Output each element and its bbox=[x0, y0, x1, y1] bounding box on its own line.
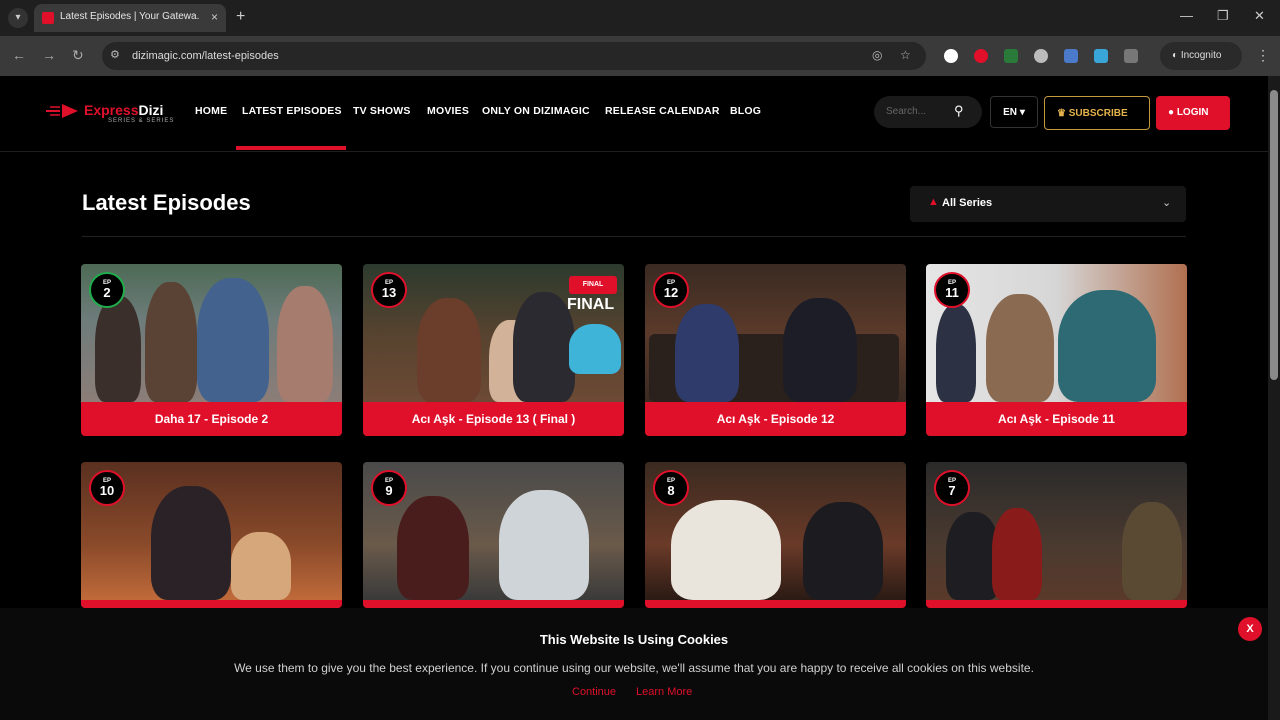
cookie-learn-more-link[interactable]: Learn More bbox=[636, 686, 692, 698]
nav-only-on-dizimagic[interactable]: ONLY ON DIZIMAGIC bbox=[482, 105, 590, 117]
incognito-icon: ◐ bbox=[1172, 50, 1181, 61]
episode-title[interactable]: Acı Aşk - Episode 13 ( Final ) bbox=[363, 402, 624, 436]
episode-title[interactable]: Acı Aşk - Episode 12 bbox=[645, 402, 906, 436]
cookie-banner: This Website Is Using Cookies We use the… bbox=[0, 608, 1268, 720]
series-filter-select[interactable]: ▲ All Series ⌄ bbox=[910, 186, 1186, 222]
reload-icon[interactable]: ↻ bbox=[72, 47, 84, 64]
cookie-title: This Website Is Using Cookies bbox=[539, 632, 729, 647]
nav-home[interactable]: HOME bbox=[195, 105, 227, 117]
favicon-icon bbox=[42, 12, 54, 24]
browser-tab[interactable]: Latest Episodes | Your Gatewa... × bbox=[34, 4, 226, 32]
address-bar[interactable]: ⚙ dizimagic.com/latest-episodes ◎ ☆ bbox=[102, 42, 926, 70]
minimize-icon[interactable]: — bbox=[1180, 8, 1193, 23]
episode-card[interactable]: EP 13 FINAL FINAL Acı Aşk - Episode 13 ( … bbox=[363, 264, 624, 436]
episode-number-badge: EP 7 bbox=[934, 470, 970, 506]
search-input[interactable]: Search... ⚲ bbox=[874, 96, 982, 128]
forward-icon[interactable]: → bbox=[42, 47, 56, 63]
incognito-badge[interactable]: ◐ Incognito bbox=[1160, 42, 1242, 70]
site-logo[interactable]: ExpressDizi SERIES & SERIES bbox=[46, 98, 176, 128]
subscribe-button[interactable]: ♛ SUBSCRIBE bbox=[1044, 96, 1150, 130]
active-nav-indicator bbox=[236, 146, 346, 150]
chevron-down-icon: ⌄ bbox=[1162, 197, 1172, 209]
site-header: ExpressDizi SERIES & SERIES HOME LATEST … bbox=[0, 76, 1268, 152]
episode-title-bar[interactable] bbox=[81, 600, 342, 608]
episode-number-badge: EP 11 bbox=[934, 272, 970, 308]
episode-title-bar[interactable] bbox=[363, 600, 624, 608]
episode-card[interactable]: EP 12 Acı Aşk - Episode 12 bbox=[645, 264, 906, 436]
site-info-icon[interactable]: ⚙ bbox=[110, 48, 120, 61]
episode-number-badge: EP 10 bbox=[89, 470, 125, 506]
search-placeholder: Search... bbox=[886, 106, 927, 117]
episode-number-badge: EP 9 bbox=[371, 470, 407, 506]
tab-close-icon[interactable]: × bbox=[211, 10, 218, 24]
window-close-icon[interactable]: ✕ bbox=[1254, 8, 1265, 24]
extension-icon[interactable] bbox=[944, 49, 958, 63]
page-scrollbar[interactable] bbox=[1268, 76, 1280, 720]
tab-title: Latest Episodes | Your Gatewa... bbox=[60, 11, 200, 22]
logo-text: ExpressDizi bbox=[84, 102, 164, 118]
browser-tab-bar: ▾ Latest Episodes | Your Gatewa... × + —… bbox=[0, 0, 1280, 36]
search-icon[interactable]: ⚲ bbox=[954, 103, 964, 119]
final-overlay-text: FINAL bbox=[567, 296, 615, 313]
divider bbox=[82, 236, 1186, 237]
episode-card[interactable]: EP 10 bbox=[81, 462, 342, 608]
nav-tv-shows[interactable]: TV SHOWS bbox=[353, 105, 411, 117]
logo-subtitle: SERIES & SERIES bbox=[108, 118, 175, 124]
episode-title-bar[interactable] bbox=[645, 600, 906, 608]
episode-card[interactable]: EP 8 bbox=[645, 462, 906, 608]
nav-release-calendar[interactable]: RELEASE CALENDAR bbox=[605, 105, 720, 117]
browser-toolbar: ← → ↻ ⚙ dizimagic.com/latest-episodes ◎ … bbox=[0, 36, 1280, 76]
language-select[interactable]: EN ▾ bbox=[990, 96, 1038, 128]
cookie-text: We use them to give you the best experie… bbox=[234, 661, 1034, 675]
scrollbar-thumb[interactable] bbox=[1270, 90, 1278, 380]
back-icon[interactable]: ← bbox=[12, 47, 26, 63]
episode-card[interactable]: EP 9 bbox=[363, 462, 624, 608]
nav-movies[interactable]: MOVIES bbox=[427, 105, 469, 117]
url-text: dizimagic.com/latest-episodes bbox=[132, 50, 279, 62]
episode-number-badge: EP 12 bbox=[653, 272, 689, 308]
episode-title[interactable]: Acı Aşk - Episode 11 bbox=[926, 402, 1187, 436]
logo-play-icon bbox=[46, 104, 78, 118]
final-badge: FINAL bbox=[569, 276, 617, 294]
page-title: Latest Episodes bbox=[82, 190, 251, 215]
extension-icon[interactable] bbox=[1004, 49, 1018, 63]
extension-icon[interactable] bbox=[974, 49, 988, 63]
new-tab-icon[interactable]: + bbox=[236, 8, 245, 26]
extensions-puzzle-icon[interactable] bbox=[1124, 49, 1138, 63]
crown-icon: ♛ bbox=[1057, 108, 1069, 119]
fire-icon: ▲ bbox=[928, 196, 939, 208]
tab-search-icon[interactable]: ▾ bbox=[8, 8, 28, 28]
login-button[interactable]: ● LOGIN bbox=[1156, 96, 1230, 130]
eye-off-icon[interactable]: ◎ bbox=[872, 48, 882, 62]
episode-card[interactable]: EP 2 Daha 17 - Episode 2 bbox=[81, 264, 342, 436]
bookmark-star-icon[interactable]: ☆ bbox=[900, 48, 911, 62]
episode-number-badge: EP 13 bbox=[371, 272, 407, 308]
cookie-close-button[interactable]: X bbox=[1238, 617, 1262, 641]
episode-number-badge: EP 8 bbox=[653, 470, 689, 506]
incognito-label: Incognito bbox=[1180, 50, 1222, 61]
episode-number-badge: EP 2 bbox=[89, 272, 125, 308]
user-icon: ● bbox=[1168, 107, 1177, 118]
episode-card[interactable]: EP 7 bbox=[926, 462, 1187, 608]
nav-blog[interactable]: BLOG bbox=[730, 105, 761, 117]
extension-icon[interactable] bbox=[1034, 49, 1048, 63]
episode-title-bar[interactable] bbox=[926, 600, 1187, 608]
cookie-continue-link[interactable]: Continue bbox=[572, 686, 616, 698]
nav-latest-episodes[interactable]: LATEST EPISODES bbox=[242, 105, 342, 117]
browser-menu-icon[interactable]: ⋮ bbox=[1256, 47, 1270, 64]
extension-icon[interactable] bbox=[1094, 49, 1108, 63]
maximize-icon[interactable]: ❐ bbox=[1217, 8, 1229, 24]
extension-icon[interactable] bbox=[1064, 49, 1078, 63]
episode-title[interactable]: Daha 17 - Episode 2 bbox=[81, 402, 342, 436]
series-filter-label: All Series bbox=[942, 197, 993, 209]
episode-card[interactable]: EP 11 Acı Aşk - Episode 11 bbox=[926, 264, 1187, 436]
